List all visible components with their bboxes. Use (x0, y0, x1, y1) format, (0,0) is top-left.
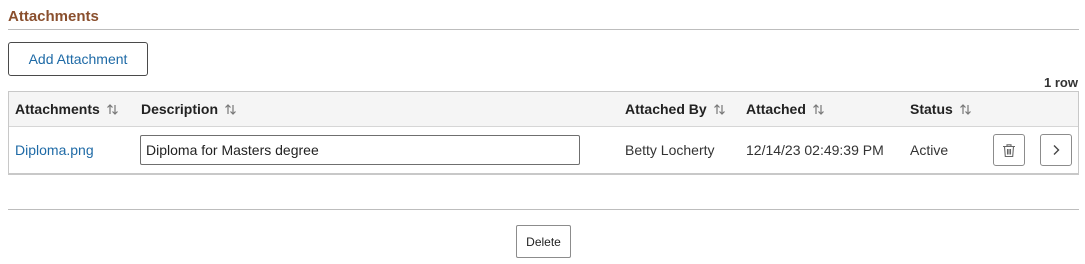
file-cell: Diploma.png (15, 127, 94, 173)
row-detail-button[interactable] (1040, 134, 1072, 166)
description-input[interactable] (140, 135, 580, 165)
attached-by-value: Betty Locherty (625, 142, 715, 158)
column-header-description[interactable]: Description (141, 92, 237, 126)
sort-up-down-icon[interactable] (106, 103, 119, 116)
column-header-status[interactable]: Status (910, 92, 972, 126)
title-divider (8, 29, 1079, 30)
add-attachment-button[interactable]: Add Attachment (8, 42, 148, 76)
column-header-label: Status (910, 101, 953, 117)
section-title: Attachments (8, 8, 99, 25)
status-value: Active (910, 142, 949, 158)
attachment-file-link[interactable]: Diploma.png (15, 142, 94, 158)
delete-row-cell (993, 127, 1025, 173)
column-header-attached[interactable]: Attached (746, 92, 825, 126)
row-count-label: 1 row (1044, 75, 1078, 90)
column-header-label: Description (141, 101, 219, 117)
attachments-grid: Attachments Description Attached By Atta… (8, 91, 1079, 175)
delete-row-button[interactable] (993, 134, 1025, 166)
column-header-label: Attached (746, 101, 806, 117)
column-header-attachments[interactable]: Attachments (15, 92, 119, 126)
delete-button[interactable]: Delete (516, 225, 571, 258)
column-header-label: Attached By (625, 101, 707, 117)
description-cell (140, 127, 580, 173)
sort-up-down-icon[interactable] (713, 103, 726, 116)
footer-divider (8, 209, 1079, 210)
trash-icon (1003, 143, 1015, 157)
attached-date-value: 12/14/23 02:49:39 PM (746, 142, 884, 158)
grid-header: Attachments Description Attached By Atta… (9, 92, 1078, 127)
attachments-page: Attachments Add Attachment 1 row Attachm… (0, 0, 1085, 264)
detail-row-cell (1040, 127, 1072, 173)
sort-up-down-icon[interactable] (812, 103, 825, 116)
chevron-right-icon (1053, 145, 1060, 155)
sort-up-down-icon[interactable] (959, 103, 972, 116)
column-header-attached-by[interactable]: Attached By (625, 92, 726, 126)
column-header-label: Attachments (15, 101, 100, 117)
sort-up-down-icon[interactable] (224, 103, 237, 116)
